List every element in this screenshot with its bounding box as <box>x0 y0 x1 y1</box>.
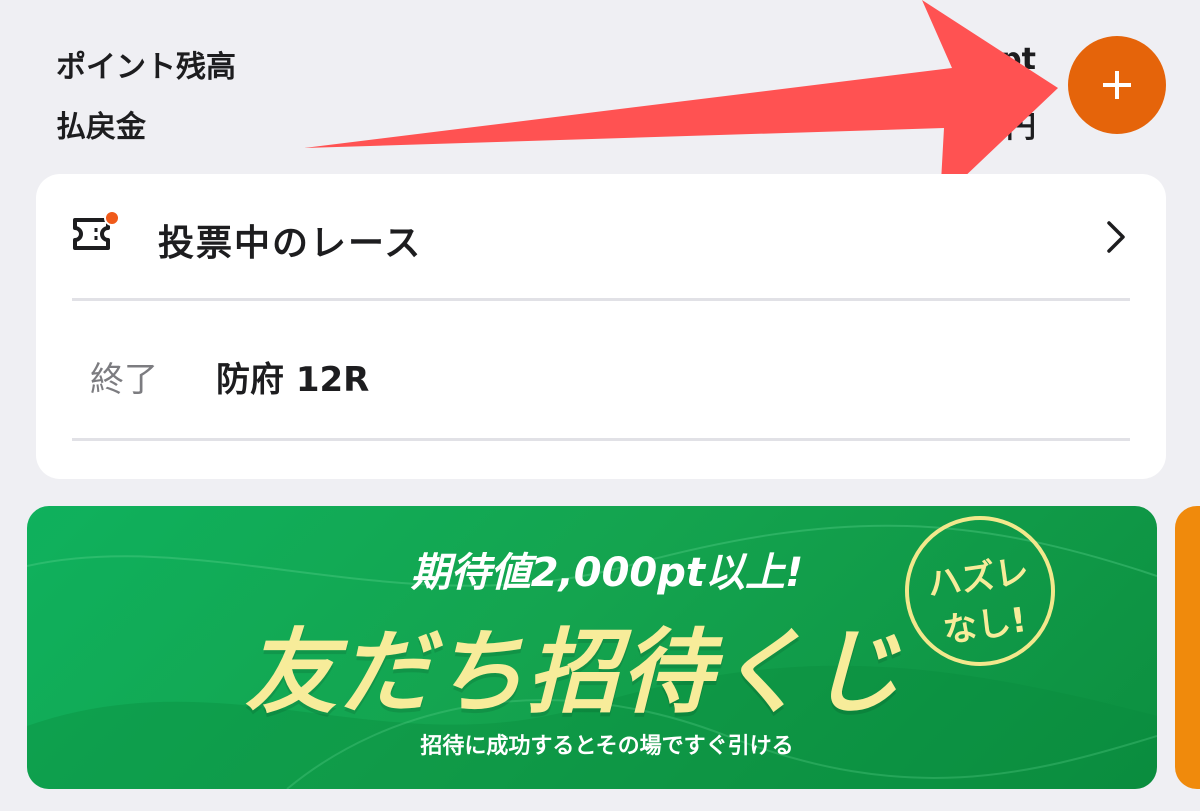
divider <box>72 438 1130 441</box>
next-banner-preview[interactable] <box>1175 506 1200 789</box>
balance-summary: ポイント残高 2pt 払戻金 円 <box>56 34 1036 154</box>
race-list-item[interactable]: 終了 防府 12R <box>36 300 1166 438</box>
refund-value: 円 <box>1006 110 1036 145</box>
points-balance-label: ポイント残高 <box>56 50 236 85</box>
banner-title: 友だち招待くじ <box>245 619 904 726</box>
race-status: 終了 <box>90 360 158 400</box>
voting-races-header[interactable]: 投票中のレース <box>36 174 1166 300</box>
card-title: 投票中のレース <box>158 223 423 264</box>
refund-label: 払戻金 <box>56 110 146 145</box>
refund-row: 払戻金 円 <box>56 94 1036 154</box>
add-points-button[interactable] <box>1068 36 1166 134</box>
points-balance-value: 2pt <box>979 42 1036 77</box>
ticket-icon <box>73 210 120 250</box>
points-balance-row: ポイント残高 2pt <box>56 34 1036 94</box>
race-name: 防府 12R <box>216 360 370 400</box>
friend-invite-banner[interactable]: 期待値2,000pt以上! 友だち招待くじ ハズレ なし! 招待に成功するとその… <box>27 506 1157 789</box>
plus-icon <box>1103 71 1131 99</box>
banner-note: 招待に成功するとその場ですぐ引ける <box>420 734 794 759</box>
voting-races-card: 投票中のレース 終了 防府 12R <box>36 174 1166 479</box>
chevron-right-icon <box>1107 221 1125 253</box>
